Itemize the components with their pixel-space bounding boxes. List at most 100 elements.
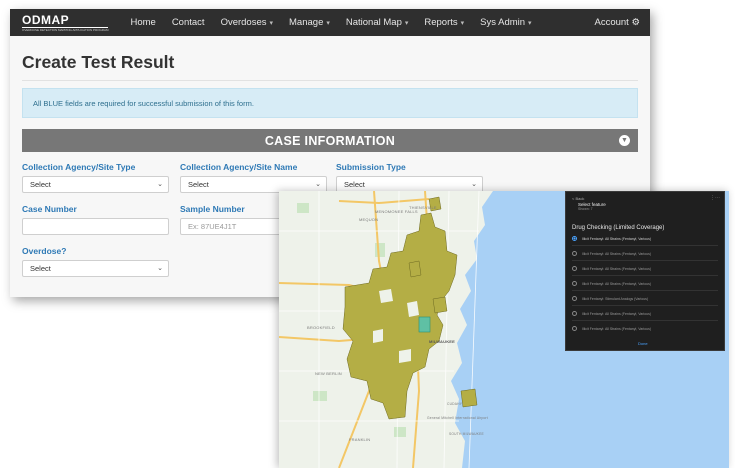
collection-agency-type-label: Collection Agency/Site Type <box>22 162 136 172</box>
radio-icon <box>572 326 577 331</box>
radio-selected-icon <box>572 236 577 241</box>
odmap-logo[interactable]: ODMAP OVERDOSE DETECTION MAPPING APPLICA… <box>22 12 109 32</box>
map-label-milwaukee: MILWAUKEE <box>429 339 455 344</box>
nav-account[interactable]: Account ⚙ <box>595 17 641 28</box>
top-navbar: ODMAP OVERDOSE DETECTION MAPPING APPLICA… <box>10 9 650 36</box>
nav-manage-label: Manage <box>289 17 324 28</box>
title-divider <box>22 80 638 81</box>
back-link[interactable]: < Back <box>572 196 584 201</box>
submission-type-label: Submission Type <box>336 162 406 172</box>
feature-option-label: Illicit Fentanyl: All Strains (Fentanyl,… <box>582 236 651 241</box>
feature-option[interactable]: Illicit Fentanyl: All Strains (Fentanyl,… <box>572 281 712 286</box>
feature-option[interactable]: Illicit Fentanyl: All Strains (Fentanyl,… <box>572 326 712 331</box>
feature-option-label: Illicit Fentanyl: All Strains (Fentanyl,… <box>582 281 651 286</box>
nav-reports[interactable]: Reports ▾ <box>424 17 464 28</box>
map-label-thiensville: THIENSVILLE <box>409 205 437 210</box>
sample-number-label: Sample Number <box>180 204 245 214</box>
park-area <box>297 203 309 213</box>
divider <box>572 290 718 291</box>
nav-contact[interactable]: Contact <box>172 17 205 28</box>
highlighted-zone <box>418 316 431 333</box>
chevron-down-icon: ⌄ <box>315 181 321 188</box>
radio-icon <box>572 251 577 256</box>
feature-select-panel: < Back ⋮⋯ Select feature Shown: 7 Drug C… <box>565 191 725 351</box>
map-label-newberlin: NEW BERLIN <box>315 371 342 376</box>
map-label-airport: General Mitchell International Airport <box>427 416 488 420</box>
panel-subtitle: Shown: 7 <box>578 207 593 211</box>
feature-option-label: Illicit Fentanyl: All Strains (Fentanyl,… <box>582 266 651 271</box>
nav-sys-admin[interactable]: Sys Admin ▾ <box>480 17 531 28</box>
gear-icon: ⚙ <box>631 17 640 28</box>
divider <box>572 245 718 246</box>
chevron-down-icon: ⌄ <box>157 181 163 188</box>
radio-icon <box>572 296 577 301</box>
caret-down-icon: ▾ <box>326 20 330 27</box>
overlay-patch <box>460 388 478 408</box>
radio-icon <box>572 281 577 286</box>
overlay-patch <box>432 296 448 314</box>
overdose-select[interactable]: Select ⌄ <box>22 260 169 277</box>
caret-down-icon: ▾ <box>460 20 465 27</box>
collection-agency-type-select[interactable]: Select ⌄ <box>22 176 169 193</box>
divider <box>572 320 718 321</box>
nav-home[interactable]: Home <box>130 17 155 28</box>
map-window[interactable]: MENOMONEE FALLS THIENSVILLE MEQUON BROOK… <box>279 191 729 468</box>
map-label-mequon: MEQUON <box>359 217 378 222</box>
feature-option-label: Illicit Fentanyl: All Strains (Fentanyl,… <box>582 251 651 256</box>
chevron-down-icon: ⌄ <box>157 265 163 272</box>
panel-menu-icon[interactable]: ⋮⋯ <box>710 195 720 201</box>
nav-home-label: Home <box>130 17 156 28</box>
map-label-south-milwaukee: SOUTH MILWAUKEE <box>449 432 484 436</box>
feature-option-label: Illicit Fentanyl: Stimulant Analogs (Var… <box>582 296 649 301</box>
divider <box>572 260 718 261</box>
feature-option[interactable]: Illicit Fentanyl: All Strains (Fentanyl,… <box>572 311 712 316</box>
required-fields-notice: All BLUE fields are required for success… <box>22 88 638 118</box>
radio-icon <box>572 311 577 316</box>
divider <box>572 275 718 276</box>
nav-national-map-label: National Map <box>345 17 402 28</box>
overdose-label: Overdose? <box>22 246 67 256</box>
nav-overdoses-label: Overdoses <box>220 17 267 28</box>
caret-down-icon: ▾ <box>528 20 532 27</box>
chevron-down-icon: ⌄ <box>471 181 477 188</box>
nav-account-label: Account <box>594 17 629 28</box>
feature-option[interactable]: Illicit Fentanyl: Stimulant Analogs (Var… <box>572 296 712 301</box>
feature-option[interactable]: Illicit Fentanyl: All Strains (Fentanyl,… <box>572 236 712 241</box>
map-label-cudahy: CUDAHY <box>447 402 463 406</box>
nav-sys-admin-label: Sys Admin <box>480 17 526 28</box>
case-number-input[interactable] <box>22 218 169 235</box>
park-area <box>375 243 385 257</box>
case-information-header[interactable]: CASE INFORMATION ▼ <box>22 129 638 152</box>
park-area <box>313 391 327 401</box>
composite-screenshot: ODMAP OVERDOSE DETECTION MAPPING APPLICA… <box>0 0 735 468</box>
nav-overdoses[interactable]: Overdoses ▾ <box>221 17 273 28</box>
collection-agency-name-value: Select <box>188 180 209 189</box>
done-button[interactable]: Done <box>638 341 648 346</box>
divider <box>572 305 718 306</box>
page-title: Create Test Result <box>22 52 175 72</box>
logo-tagline: OVERDOSE DETECTION MAPPING APPLICATION P… <box>22 26 109 32</box>
case-number-label: Case Number <box>22 204 77 214</box>
overdose-value: Select <box>30 264 51 273</box>
section-title: CASE INFORMATION <box>264 134 396 148</box>
feature-option[interactable]: Illicit Fentanyl: All Strains (Fentanyl,… <box>572 266 712 271</box>
caret-down-icon: ▾ <box>269 20 274 27</box>
overlay-patch <box>408 260 422 278</box>
logo-wordmark: ODMAP <box>22 12 70 27</box>
park-area <box>394 427 406 437</box>
collection-agency-type-value: Select <box>30 180 51 189</box>
feature-option[interactable]: Illicit Fentanyl: All Strains (Fentanyl,… <box>572 251 712 256</box>
feature-option-label: Illicit Fentanyl: All Strains (Fentanyl,… <box>582 311 651 316</box>
chevron-down-icon[interactable]: ▼ <box>619 135 630 146</box>
caret-down-icon: ▾ <box>404 20 409 27</box>
radio-icon <box>572 266 577 271</box>
map-label-brookfield: BROOKFIELD <box>307 325 335 330</box>
nav-reports-label: Reports <box>424 17 458 28</box>
nav-manage[interactable]: Manage ▾ <box>289 17 330 28</box>
nav-contact-label: Contact <box>171 17 205 28</box>
submission-type-value: Select <box>344 180 365 189</box>
collection-agency-name-label: Collection Agency/Site Name <box>180 162 298 172</box>
nav-national-map[interactable]: National Map ▾ <box>346 17 409 28</box>
map-label-franklin: FRANKLIN <box>349 437 370 442</box>
panel-heading: Drug Checking (Limited Coverage) <box>572 225 665 231</box>
